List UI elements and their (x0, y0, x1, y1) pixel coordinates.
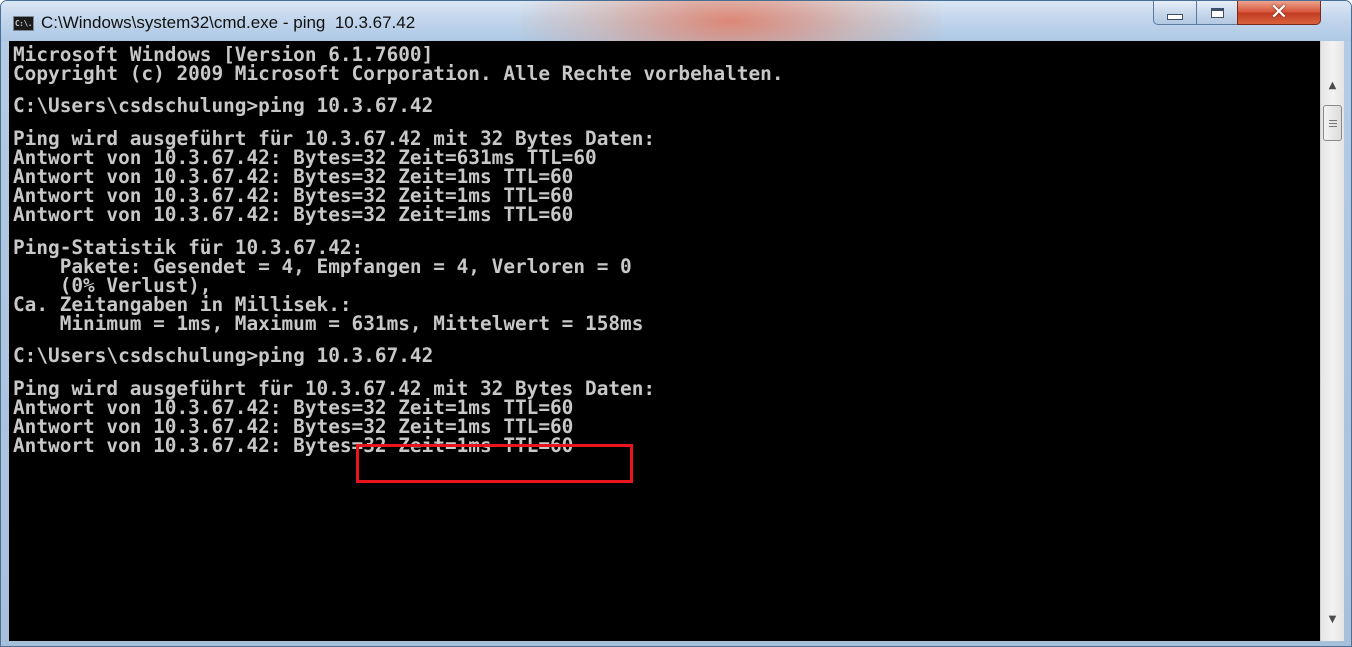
close-button[interactable]: ✕ (1237, 1, 1321, 25)
console-line: Copyright (c) 2009 Microsoft Corporation… (13, 62, 784, 86)
title-bar[interactable]: C:\. C:\Windows\system32\cmd.exe - ping … (1, 1, 1351, 41)
scroll-down-arrow-icon: ▼ (1328, 614, 1337, 625)
console-line: Minimum = 1ms, Maximum = 631ms, Mittelwe… (13, 312, 644, 336)
console-line: Pakete: Gesendet = 4, Empfangen = 4, Ver… (13, 254, 632, 278)
cmd-console-icon[interactable]: C:\. (13, 16, 34, 31)
window-bottom-frame (1, 641, 1351, 646)
close-icon: ✕ (1269, 1, 1289, 25)
console-line: C:\Users\csdschulung>ping 10.3.67.42 (13, 94, 434, 118)
window-title: C:\Windows\system32\cmd.exe - ping 10.3.… (41, 13, 416, 32)
console-line: Ping-Statistik für 10.3.67.42: (13, 235, 364, 259)
scroll-down-button[interactable]: ▼ (1323, 611, 1342, 629)
console-line: Ping wird ausgeführt für 10.3.67.42 mit … (13, 376, 656, 400)
console-line: C:\Users\csdschulung>ping 10.3.67.42 (13, 344, 434, 368)
console-line: Ping wird ausgeführt für 10.3.67.42 mit … (13, 126, 656, 150)
scrollbar-thumb[interactable] (1323, 105, 1342, 141)
console-line: Antwort von 10.3.67.42: Bytes=32 Zeit=1m… (13, 434, 574, 458)
maximize-button[interactable] (1196, 1, 1238, 25)
console-line: Antwort von 10.3.67.42: Bytes=32 Zeit=1m… (13, 203, 574, 227)
scroll-up-button[interactable]: ▲ (1323, 77, 1342, 95)
aero-background-glow (521, 1, 941, 41)
cmd-window: C:\. C:\Windows\system32\cmd.exe - ping … (0, 0, 1352, 647)
vertical-scrollbar[interactable]: ▲ ▼ (1320, 41, 1344, 641)
minimize-icon (1167, 13, 1183, 20)
scroll-up-arrow-icon: ▲ (1328, 80, 1337, 91)
console-text: Microsoft Windows [Version 6.1.7600] Copy… (13, 45, 784, 458)
console-output-area[interactable]: Microsoft Windows [Version 6.1.7600] Copy… (9, 41, 1320, 641)
minimize-button[interactable] (1153, 1, 1197, 25)
grip-icon (1328, 119, 1337, 127)
maximize-icon (1210, 7, 1224, 18)
